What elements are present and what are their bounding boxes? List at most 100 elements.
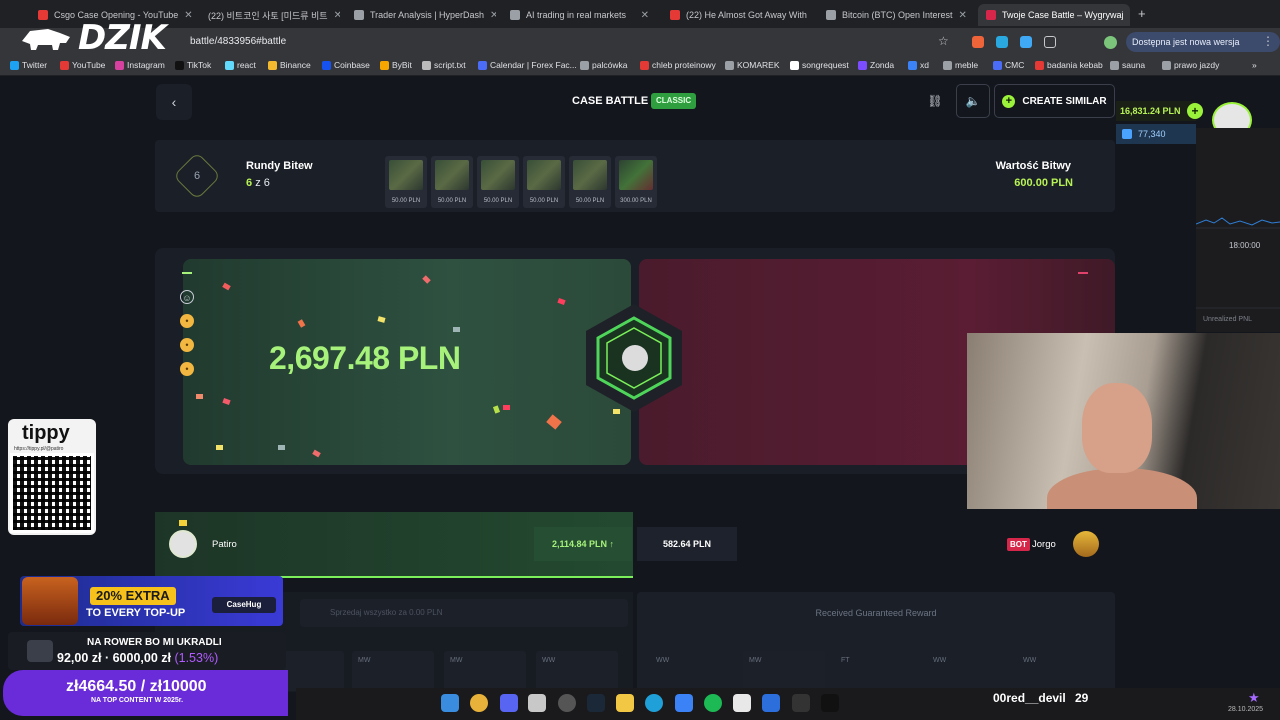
close-icon[interactable]: ✕ <box>490 10 496 21</box>
bookmark-item[interactable]: sauna <box>1110 60 1145 70</box>
spotify-icon[interactable] <box>704 694 722 712</box>
case-card[interactable]: 50.00 PLN <box>523 156 565 208</box>
bookmark-icon <box>1110 60 1119 70</box>
avatar[interactable] <box>169 530 197 558</box>
player-name[interactable]: Patiro <box>212 539 237 550</box>
bookmark-item[interactable]: KOMAREK <box>725 60 780 70</box>
emoji-reaction-icon[interactable]: • <box>180 362 194 376</box>
bookmark-item[interactable]: Binance <box>268 60 311 70</box>
page-icon <box>510 10 520 20</box>
browser-tab[interactable]: (22) 비트코인 사토 [미드류 비트 ✕ <box>200 4 340 26</box>
item-card[interactable]: MW <box>444 651 526 691</box>
bookmark-item[interactable]: YouTube <box>60 60 105 70</box>
browser-tab-active[interactable]: Twoje Case Battle – Wygrywaj ✕ <box>978 4 1130 26</box>
app-icon[interactable] <box>528 694 546 712</box>
terminal-icon[interactable] <box>792 694 810 712</box>
bookmark-item[interactable]: meble <box>943 60 978 70</box>
item-card[interactable]: WW <box>536 651 618 691</box>
sound-button[interactable]: 🔈 <box>956 84 990 118</box>
app-icon[interactable] <box>675 694 693 712</box>
url-field[interactable]: battle/4833956#battle <box>190 33 960 51</box>
bookmark-item[interactable]: Instagram <box>115 60 165 70</box>
chat-icon <box>27 640 53 662</box>
windows-start-icon[interactable] <box>441 694 459 712</box>
star-icon[interactable]: ☆ <box>938 34 949 48</box>
notepad-icon[interactable] <box>733 694 751 712</box>
bookmark-item[interactable]: Zonda <box>858 60 894 70</box>
menu-icon[interactable]: ⋮ <box>1262 34 1274 48</box>
bookmark-item[interactable]: palcówka <box>580 60 627 70</box>
bookmark-item[interactable]: Calendar | Forex Fac... <box>478 60 577 70</box>
close-icon[interactable]: ✕ <box>959 10 967 21</box>
avatar[interactable] <box>1073 531 1099 557</box>
player-total: 582.64 PLN <box>637 527 737 561</box>
browser-tab[interactable]: Bitcoin (BTC) Open Interest ✕ <box>818 4 973 26</box>
close-icon[interactable]: ✕ <box>334 10 340 21</box>
case-card[interactable]: 50.00 PLN <box>385 156 427 208</box>
steam-icon[interactable] <box>587 694 605 712</box>
sell-all-button[interactable]: Sprzedaj wszystko za 0.00 PLN <box>300 599 628 627</box>
bookmark-item[interactable]: xd <box>908 60 929 70</box>
extension-icon[interactable] <box>996 36 1008 48</box>
bookmark-item[interactable]: CMC <box>993 60 1024 70</box>
item-card[interactable]: MW <box>352 651 434 691</box>
bookmark-item[interactable]: songrequest <box>790 60 849 70</box>
webcam-person-head <box>1082 383 1152 473</box>
back-button[interactable]: ‹ <box>156 84 192 120</box>
item-card[interactable]: WW <box>1017 651 1099 691</box>
bookmark-item[interactable]: TikTok <box>175 60 211 70</box>
chrome-update-button[interactable]: Dostępna jest nowa wersja Chrome <box>1126 32 1280 67</box>
close-icon[interactable]: ✕ <box>184 10 192 21</box>
case-card[interactable]: 50.00 PLN <box>431 156 473 208</box>
qr-code <box>10 453 94 533</box>
bookmark-item[interactable]: badania kebab <box>1035 60 1103 70</box>
browser-tab[interactable]: AI trading in real markets ✕ <box>502 4 657 26</box>
bookmark-item[interactable]: Coinbase <box>322 60 370 70</box>
bookmark-item[interactable]: chleb proteinowy <box>640 60 716 70</box>
extension-icon[interactable] <box>972 36 984 48</box>
app-icon[interactable] <box>821 694 839 712</box>
case-card[interactable]: 50.00 PLN <box>477 156 519 208</box>
puzzle-icon[interactable] <box>1044 36 1056 48</box>
close-icon[interactable]: ✕ <box>1129 10 1130 21</box>
case-card[interactable]: 50.00 PLN <box>569 156 611 208</box>
add-funds-button[interactable]: + <box>1187 103 1203 119</box>
bookmark-icon <box>115 60 124 70</box>
new-tab-button[interactable]: + <box>1138 6 1146 21</box>
create-similar-button[interactable]: + CREATE SIMILAR <box>994 84 1115 118</box>
bookmark-label: react <box>237 60 256 70</box>
bookmark-label: ByBit <box>392 60 412 70</box>
folder-icon[interactable] <box>616 694 634 712</box>
bookmark-item[interactable]: Twitter <box>10 60 47 70</box>
bookmark-item[interactable]: script.txt <box>422 60 466 70</box>
browser-tabbar: Csgo Case Opening - YouTube ✕ (22) 비트코인 … <box>0 0 1280 28</box>
item-card[interactable]: WW <box>927 651 1009 691</box>
emoji-reaction-icon[interactable]: • <box>180 338 194 352</box>
bookmark-item[interactable]: prawo jazdy <box>1162 60 1219 70</box>
mode-badge: CLASSIC <box>651 93 697 109</box>
obs-icon[interactable] <box>558 694 576 712</box>
app-icon[interactable] <box>762 694 780 712</box>
discord-icon[interactable] <box>500 694 518 712</box>
browser-tab[interactable]: (22) He Almost Got Away With ✕ <box>662 4 812 26</box>
bookmark-item[interactable]: ByBit <box>380 60 412 70</box>
profile-icon[interactable] <box>1104 36 1117 49</box>
bookmarks-overflow-icon[interactable]: » <box>1252 60 1257 70</box>
item-card[interactable]: WW <box>650 651 732 691</box>
chrome-icon[interactable] <box>470 694 488 712</box>
player-name[interactable]: Jorgo <box>1032 539 1056 550</box>
extension-icon[interactable] <box>1020 36 1032 48</box>
close-icon[interactable]: ✕ <box>641 10 649 21</box>
case-card[interactable]: 300.00 PLN <box>615 156 657 208</box>
item-card[interactable]: MW <box>743 651 825 691</box>
bookmark-item[interactable]: react <box>225 60 256 70</box>
browser-tab[interactable]: Trader Analysis | HyperDash ✕ <box>346 4 496 26</box>
smile-icon[interactable]: ☺ <box>180 290 194 304</box>
page-icon <box>826 10 836 20</box>
case-price: 50.00 PLN <box>529 198 559 204</box>
link-icon[interactable]: ⛓ <box>920 86 950 116</box>
item-card[interactable]: FT <box>835 651 917 691</box>
tippy-logo: tippy <box>22 422 70 444</box>
app-icon[interactable] <box>645 694 663 712</box>
emoji-reaction-icon[interactable]: • <box>180 314 194 328</box>
